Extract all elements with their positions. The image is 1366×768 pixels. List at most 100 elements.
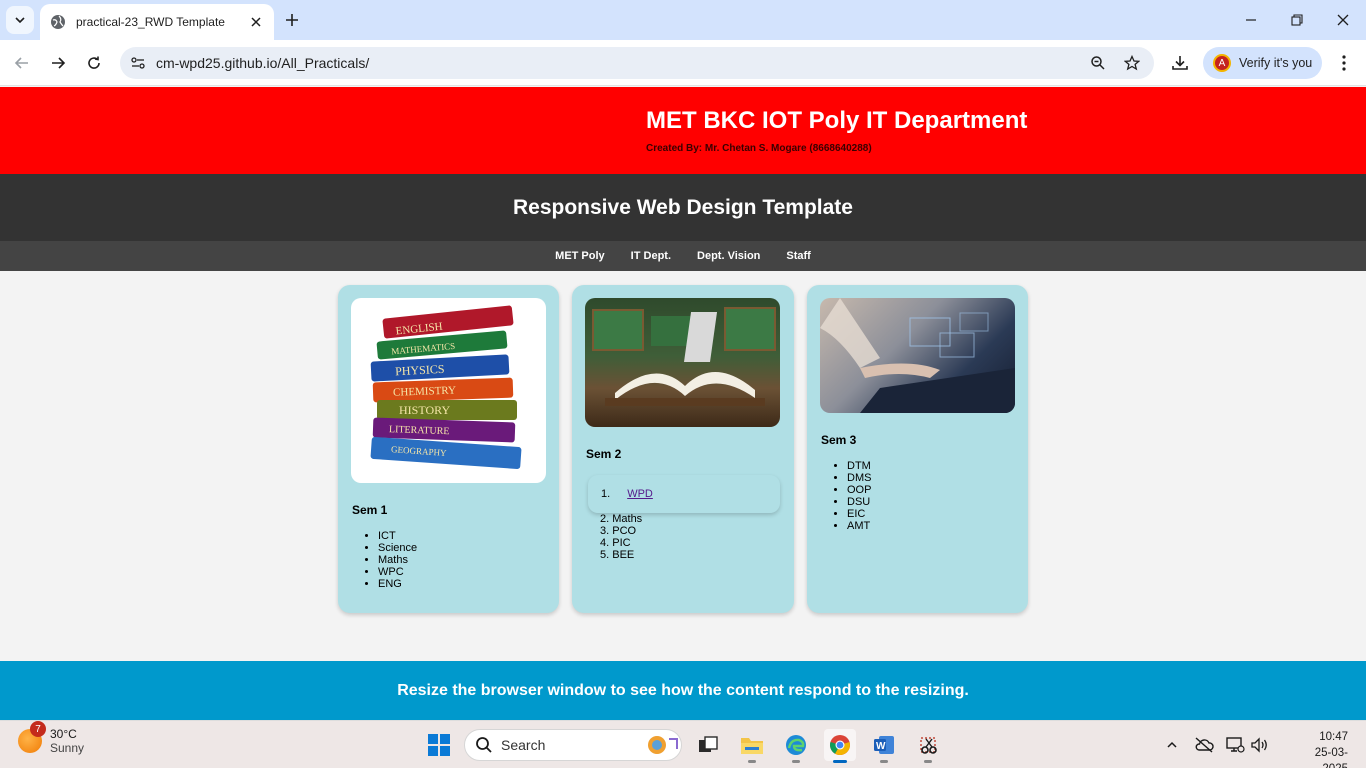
weather-widget[interactable]: 7 30°C Sunny [18,721,85,755]
show-hidden-icons-button[interactable] [1162,735,1182,755]
nav-link-met-poly[interactable]: MET Poly [542,250,618,262]
list-item: EIC [847,508,871,520]
reload-icon [88,56,100,69]
sem1-card: ENGLISH MATHEMATICS PHYSICS CHEMISTRY HI… [338,285,559,613]
restore-icon [1291,14,1303,26]
search-label: Search [501,737,546,753]
star-icon[interactable] [1120,51,1144,75]
download-icon [1172,56,1188,70]
list-item: 2. Maths [600,513,643,525]
minimize-button[interactable] [1239,8,1263,32]
laptop-typing-image [820,298,1015,413]
nav-link-dept-vision[interactable]: Dept. Vision [684,250,773,262]
sem2-heading: Sem 2 [586,447,622,461]
network-icon [1226,737,1245,753]
speaker-icon [1251,737,1267,753]
zoom-icon[interactable] [1086,51,1110,75]
verify-label: Verify it's you [1239,56,1313,70]
arrow-left-icon [14,57,28,69]
edge-button[interactable] [780,729,812,763]
scissors-icon [920,737,937,754]
list-item: 3. PCO [600,525,637,537]
address-bar[interactable]: cm-wpd25.github.io/All_Practicals/ [120,47,1154,79]
tab-strip: practical-23_RWD Template [0,0,1366,40]
book-label: HISTORY [399,403,450,417]
volume-button[interactable] [1250,735,1270,755]
book-laptop-image [585,298,780,427]
list-item: ENG [378,578,417,590]
wpd-list-item: 1. WPD [588,475,780,513]
new-tab-button[interactable] [282,10,302,30]
search-highlight-icon [648,736,678,754]
tab-search-button[interactable] [6,6,34,34]
restore-button[interactable] [1285,8,1309,32]
nav-link-it-dept[interactable]: IT Dept. [618,250,684,262]
book-label: PHYSICS [395,362,445,379]
wpd-link[interactable]: WPD [627,488,653,500]
weather-temperature: 30°C [50,727,77,741]
sem3-card: Sem 3 DTM DMS OOP DSU EIC AMT [807,285,1028,613]
web-page: MET BKC IOT Poly IT Department Created B… [0,87,1366,720]
clock-time: 10:47 [1319,731,1348,743]
footer-text: Resize the browser window to see how the… [397,681,969,699]
site-info-icon[interactable] [128,53,148,73]
site-header: MET BKC IOT Poly IT Department Created B… [0,87,1366,174]
taskbar: 7 30°C Sunny Search W 10:47 25-03- [0,720,1366,768]
list-item: AMT [847,520,871,532]
start-button[interactable] [428,734,450,756]
browser-tab[interactable]: practical-23_RWD Template [40,4,274,40]
task-view-icon [699,736,718,752]
close-icon [1337,14,1349,26]
book-label: CHEMISTRY [393,385,456,399]
chevron-up-icon [1167,741,1177,748]
sem3-heading: Sem 3 [821,433,857,447]
list-item: OOP [847,484,871,496]
word-icon: W [874,736,894,754]
books-image: ENGLISH MATHEMATICS PHYSICS CHEMISTRY HI… [351,298,546,483]
url-text[interactable]: cm-wpd25.github.io/All_Practicals/ [156,55,1086,71]
weather-condition: Sunny [50,741,85,755]
site-footer: Resize the browser window to see how the… [0,661,1366,720]
sem1-subject-list: ICT Science Maths WPC ENG [378,530,417,590]
site-nav: MET Poly IT Dept. Dept. Vision Staff [0,241,1366,271]
globe-icon [50,14,66,30]
file-explorer-button[interactable] [736,729,768,763]
reload-button[interactable] [82,51,106,75]
close-icon[interactable] [248,14,264,30]
forward-button[interactable] [46,51,70,75]
taskbar-clock[interactable]: 10:47 25-03-2025 [1302,729,1348,768]
back-button[interactable] [10,51,34,75]
downloads-button[interactable] [1168,51,1192,75]
site-title: MET BKC IOT Poly IT Department [646,107,1028,134]
task-view-button[interactable] [692,729,724,761]
folder-icon [741,738,763,754]
onedrive-status-button[interactable] [1194,735,1214,755]
taskbar-search[interactable]: Search [464,729,682,761]
tab-title: practical-23_RWD Template [76,15,225,29]
notification-badge: 7 [30,721,46,737]
nav-link-staff[interactable]: Staff [773,250,823,262]
window-close-button[interactable] [1331,8,1355,32]
sem2-subject-list: 2. Maths 3. PCO 4. PIC 5. BEE [600,513,642,561]
sem2-card: Sem 2 1. WPD 2. Maths 3. PCO 4. PIC 5. B… [572,285,794,613]
list-item: DSU [847,496,871,508]
page-banner: Responsive Web Design Template [0,174,1366,241]
browser-toolbar: cm-wpd25.github.io/All_Practicals/ A Ver… [0,40,1366,86]
profile-verify-button[interactable]: A Verify it's you [1203,47,1322,79]
more-vert-icon [1342,55,1346,71]
browser-menu-button[interactable] [1332,51,1356,75]
list-item: 5. BEE [600,549,635,561]
list-item: DMS [847,472,871,484]
list-number: 1. [601,488,611,500]
snipping-tool-button[interactable] [912,729,944,763]
network-button[interactable] [1225,735,1245,755]
site-credit: Created By: Mr. Chetan S. Mogare (866864… [646,143,872,154]
chrome-button[interactable] [824,729,856,763]
list-item: Science [378,542,417,554]
word-button[interactable]: W [868,729,900,763]
sem1-heading: Sem 1 [352,503,388,517]
arrow-right-icon [52,57,66,69]
list-item: 4. PIC [600,537,631,549]
clock-date: 25-03-2025 [1314,747,1348,768]
book-label: LITERATURE [389,424,450,437]
